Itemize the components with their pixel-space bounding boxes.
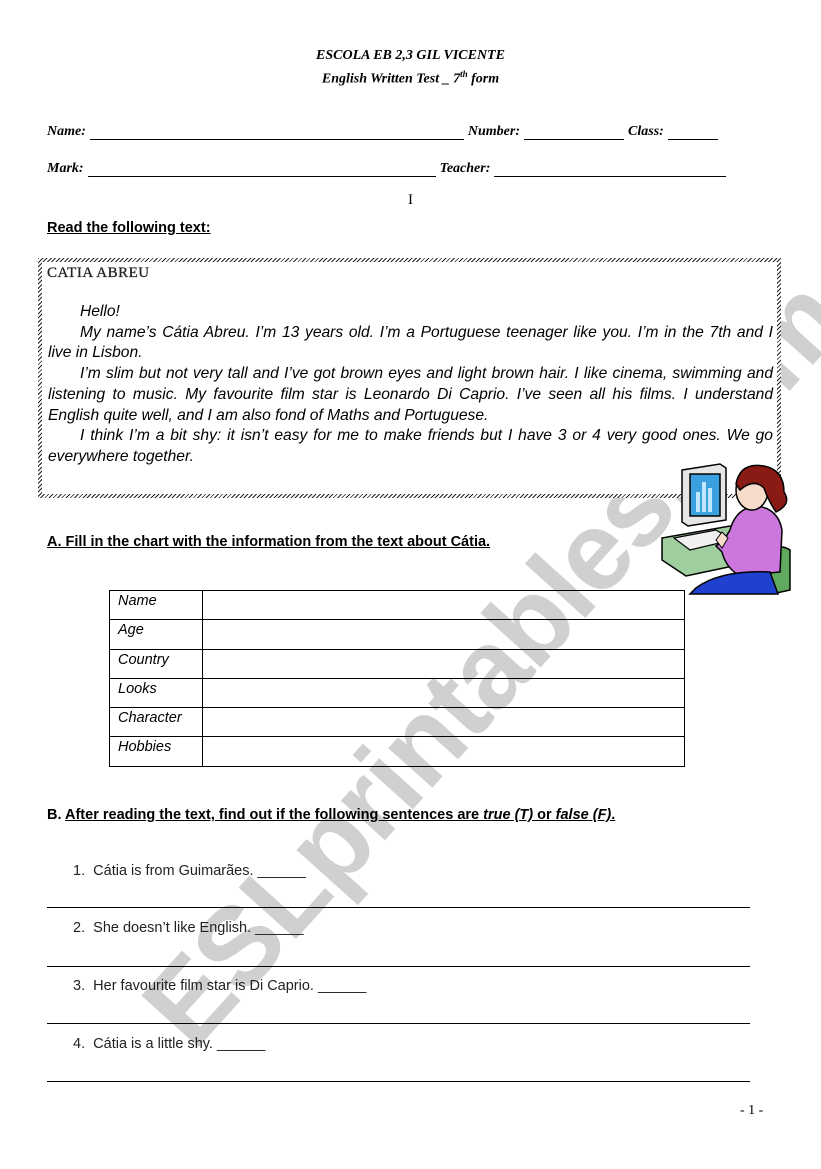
text-box-title: CATIA ABREU — [47, 265, 150, 281]
mark-field[interactable] — [87, 162, 436, 177]
number-label: Number: — [467, 124, 521, 139]
class-field[interactable] — [667, 125, 718, 140]
answer-line-2[interactable] — [47, 966, 750, 967]
test-title: English Written Test _ 7th form — [321, 69, 500, 87]
table-row: Character — [109, 707, 685, 738]
school-name: ESCOLA EB 2,3 GIL VICENTE — [316, 48, 505, 63]
table-row: Hobbies — [109, 736, 685, 767]
teacher-label: Teacher: — [439, 161, 491, 176]
row-label-looks: Looks — [109, 677, 203, 709]
paragraph: My name’s Cátia Abreu. I’m 13 years old.… — [48, 323, 773, 362]
number-field[interactable] — [524, 125, 625, 140]
table-row: Name — [109, 589, 685, 621]
answer-cell-character[interactable] — [202, 707, 685, 738]
document-header: ESCOLA EB 2,3 GIL VICENTE English Writte… — [0, 46, 821, 89]
answer-cell-hobbies[interactable] — [202, 736, 685, 767]
answer-line-4[interactable] — [47, 1081, 750, 1082]
tf-item-3: 3. Her favourite film star is Di Caprio.… — [73, 978, 367, 994]
girl-at-computer-clipart — [661, 463, 791, 595]
row-label-character: Character — [109, 707, 203, 738]
table-row: Country — [109, 648, 685, 679]
name-label: Name: — [47, 124, 86, 139]
reading-text: Hello! My name’s Cátia Abreu. I’m 13 yea… — [48, 302, 773, 468]
paragraph: I’m slim but not very tall and I’ve got … — [48, 365, 773, 424]
mark-label: Mark: — [47, 161, 84, 176]
table-row: Looks — [109, 677, 685, 709]
table-row: Age — [109, 619, 685, 650]
student-fields-row-2: Mark: Teacher: — [47, 161, 730, 177]
row-label-name: Name — [109, 589, 203, 621]
name-field[interactable] — [89, 125, 464, 140]
part-number: I — [408, 192, 413, 208]
answer-cell-country[interactable] — [202, 648, 685, 679]
section-a-instruction: A. Fill in the chart with the informatio… — [47, 534, 491, 550]
answer-line-1[interactable] — [47, 907, 750, 908]
tf-item-4: 4. Cátia is a little shy. ______ — [73, 1036, 266, 1052]
student-fields-row-1: Name: Number: Class: — [47, 124, 722, 140]
class-label: Class: — [628, 124, 664, 139]
answer-cell-age[interactable] — [202, 619, 685, 650]
tf-item-2: 2. She doesn’t like English. ______ — [73, 920, 304, 936]
answer-cell-looks[interactable] — [202, 677, 685, 709]
page-number: - 1 - — [740, 1103, 764, 1118]
answer-line-3[interactable] — [47, 1023, 750, 1024]
row-label-age: Age — [109, 619, 203, 650]
teacher-field[interactable] — [494, 162, 727, 177]
info-chart: Name Age Country Looks Character Hobbies — [109, 589, 685, 767]
paragraph: Hello! — [80, 303, 120, 320]
row-label-country: Country — [109, 648, 203, 679]
row-label-hobbies: Hobbies — [109, 736, 203, 767]
reading-instruction: Read the following text: — [47, 220, 211, 236]
section-b-instruction: B. After reading the text, find out if t… — [47, 807, 616, 823]
tf-item-1: 1. Cátia is from Guimarães. ______ — [73, 863, 306, 879]
answer-cell-name[interactable] — [202, 589, 685, 621]
